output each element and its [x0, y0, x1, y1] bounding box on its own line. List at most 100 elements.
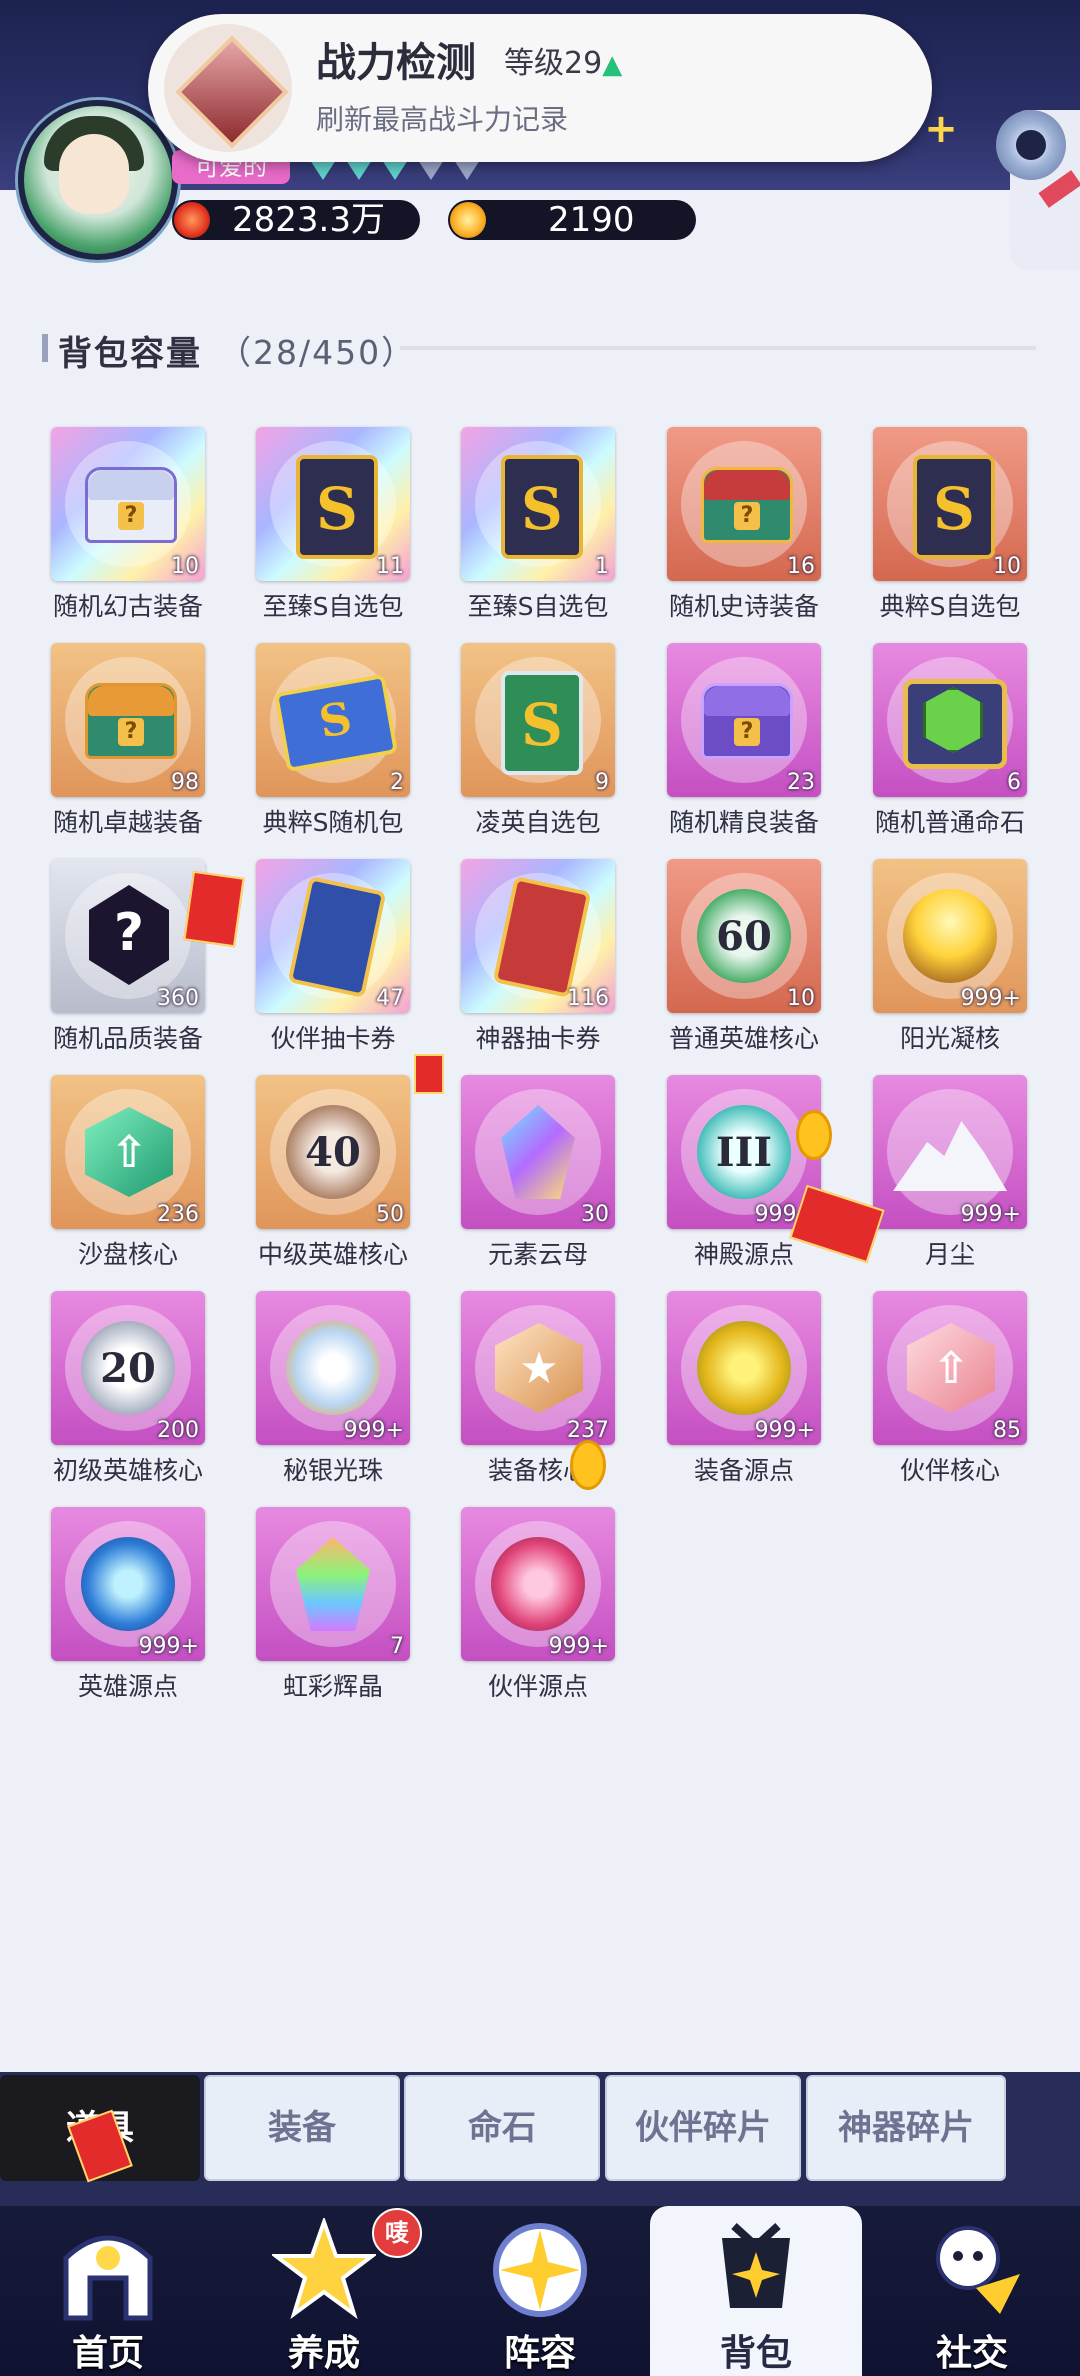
item-name: 随机幻古装备 [52, 592, 203, 621]
item-card[interactable]: 60 10 [667, 859, 821, 1013]
item-card[interactable]: ? 98 [51, 643, 205, 797]
power-check-toast[interactable]: 战力检测 等级29▲ 刷新最高战斗力记录 [148, 14, 932, 162]
level-up-arrow-icon: ▲ [602, 50, 623, 80]
inventory-item[interactable]: S 1 至臻S自选包 [461, 427, 615, 621]
item-name: 伙伴抽卡券 [270, 1024, 396, 1053]
item-card[interactable]: 999+ [461, 1507, 615, 1661]
item-card[interactable]: ⇧ 236 [51, 1075, 205, 1229]
item-name: 随机史诗装备 [668, 592, 819, 621]
inventory-item[interactable]: 40 50 中级英雄核心 [256, 1075, 410, 1269]
section-divider [400, 346, 1036, 350]
nav-backpack-label: 背包 [719, 2333, 792, 2374]
item-quantity: 999+ [960, 986, 1021, 1011]
power-check-icon [164, 24, 292, 152]
item-name: 装备源点 [693, 1456, 794, 1485]
item-quantity: 1 [595, 554, 609, 579]
inventory-item[interactable]: 999+ 伙伴源点 [461, 1507, 615, 1701]
inventory-item[interactable]: S 10 典粹S自选包 [873, 427, 1027, 621]
inventory-item[interactable]: 999+ 装备源点 [667, 1291, 821, 1485]
inventory-item[interactable]: ? 360 随机品质装备 [51, 859, 205, 1053]
avatar-face [59, 134, 129, 214]
nav-lineup[interactable]: 阵容 [440, 2206, 640, 2376]
item-quantity: 16 [787, 554, 815, 579]
item-card[interactable]: III 999+ [667, 1075, 821, 1229]
item-quantity: 999+ [960, 1202, 1021, 1227]
inventory-item[interactable]: 30 元素云母 [461, 1075, 615, 1269]
item-card[interactable]: 40 50 [256, 1075, 410, 1229]
tab-artifact-shards[interactable]: 神器碎片 [806, 2075, 1006, 2181]
inventory-item[interactable]: ? 98 随机卓越装备 [51, 643, 205, 837]
inventory-item[interactable]: 6 随机普通命石 [873, 643, 1027, 837]
gold-coin-icon[interactable] [796, 1110, 832, 1160]
inventory-item[interactable]: ? 23 随机精良装备 [667, 643, 821, 837]
item-card[interactable]: 999+ [873, 1075, 1027, 1229]
inventory-item[interactable]: S 9 凌英自选包 [461, 643, 615, 837]
item-quantity: 10 [787, 986, 815, 1011]
item-name: 至臻S自选包 [262, 592, 404, 621]
item-card[interactable]: 6 [873, 643, 1027, 797]
tab-partner-shards[interactable]: 伙伴碎片 [605, 2075, 801, 2181]
inventory-item[interactable]: 47 伙伴抽卡券 [256, 859, 410, 1053]
gold-coin-icon[interactable] [570, 1440, 606, 1490]
item-card[interactable]: S9 [461, 643, 615, 797]
inventory-item[interactable]: ⇧ 236 沙盘核心 [51, 1075, 205, 1269]
nav-social[interactable]: 社交 [872, 2206, 1072, 2376]
item-quantity: 11 [376, 554, 404, 579]
inventory-item[interactable]: 116 神器抽卡券 [461, 859, 615, 1053]
backpack-title: 背包容量 [58, 334, 202, 374]
item-name: 随机精良装备 [668, 808, 819, 837]
item-card[interactable]: 116 [461, 859, 615, 1013]
item-card[interactable]: 20 200 [51, 1291, 205, 1445]
inventory-item[interactable]: ⇧ 85 伙伴核心 [873, 1291, 1027, 1485]
item-card[interactable]: S 11 [256, 427, 410, 581]
star-icon [450, 202, 486, 238]
gem-icon [454, 160, 480, 180]
item-card[interactable]: ? 10 [51, 427, 205, 581]
item-card[interactable]: 999+ [51, 1507, 205, 1661]
item-card[interactable]: 999+ [256, 1291, 410, 1445]
gem-icon [310, 160, 336, 180]
item-card[interactable]: ⇧ 85 [873, 1291, 1027, 1445]
item-card[interactable]: 999+ [667, 1291, 821, 1445]
player-avatar[interactable] [18, 100, 178, 260]
item-name: 普通英雄核心 [668, 1024, 819, 1053]
nav-backpack[interactable]: 背包 [650, 2206, 862, 2376]
nav-home[interactable]: 首页 [8, 2206, 208, 2376]
backpack-capacity: （28/450） [218, 333, 417, 372]
item-card[interactable]: 7 [256, 1507, 410, 1661]
item-name: 神器抽卡券 [475, 1024, 601, 1053]
item-card[interactable]: ? 360 [51, 859, 205, 1013]
item-quantity: 47 [376, 986, 404, 1011]
item-card[interactable]: S 10 [873, 427, 1027, 581]
item-card[interactable]: S1 [461, 427, 615, 581]
gear-icon[interactable] [996, 110, 1066, 180]
item-card[interactable]: S2 [256, 643, 410, 797]
nav-develop-label: 养成 [287, 2333, 360, 2374]
item-card[interactable]: 999+ [873, 859, 1027, 1013]
inventory-item[interactable]: ? 10 随机幻古装备 [51, 427, 205, 621]
inventory-item[interactable]: 999+ 月尘 [873, 1075, 1027, 1269]
add-icon[interactable]: + [924, 109, 958, 149]
item-card[interactable]: ★ 237 [461, 1291, 615, 1445]
inventory-item[interactable]: 999+ 英雄源点 [51, 1507, 205, 1701]
tab-fate-stone[interactable]: 命石 [404, 2075, 600, 2181]
backpack-icon [704, 2218, 808, 2322]
item-card[interactable]: 30 [461, 1075, 615, 1229]
inventory-item[interactable]: 60 10 普通英雄核心 [667, 859, 821, 1053]
inventory-item[interactable]: 20 200 初级英雄核心 [51, 1291, 205, 1485]
red-envelope-icon[interactable] [414, 1054, 444, 1094]
inventory-item[interactable]: 999+ 秘银光珠 [256, 1291, 410, 1485]
inventory-item[interactable]: 7 虹彩辉晶 [256, 1507, 410, 1701]
item-card[interactable]: ? 23 [667, 643, 821, 797]
tab-equipment[interactable]: 装备 [204, 2075, 400, 2181]
compass-star-icon [488, 2218, 592, 2322]
inventory-item[interactable]: S 11 至臻S自选包 [256, 427, 410, 621]
item-card[interactable]: ? 16 [667, 427, 821, 581]
item-card[interactable]: 47 [256, 859, 410, 1013]
inventory-item[interactable]: ? 16 随机史诗装备 [667, 427, 821, 621]
item-name: 初级英雄核心 [52, 1456, 203, 1485]
red-envelope-icon[interactable] [183, 870, 245, 948]
inventory-item[interactable]: S 2 典粹S随机包 [256, 643, 410, 837]
inventory-item[interactable]: 999+ 阳光凝核 [873, 859, 1027, 1053]
gem-icon [382, 160, 408, 180]
